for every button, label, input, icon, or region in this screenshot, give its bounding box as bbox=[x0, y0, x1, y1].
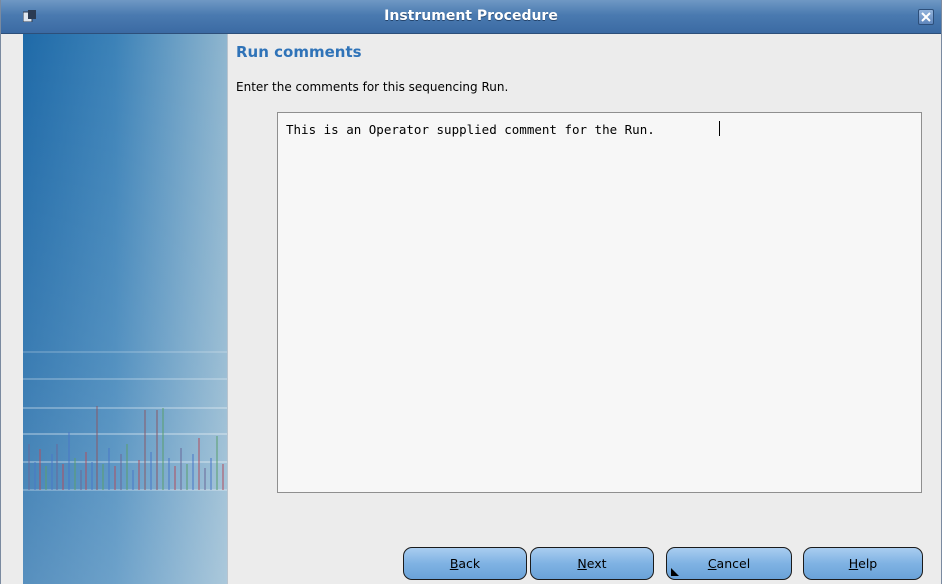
cancel-button[interactable]: Cancel bbox=[666, 547, 792, 580]
next-button-mnemonic: N bbox=[577, 556, 587, 571]
next-button-label: ext bbox=[586, 556, 607, 571]
text-caret bbox=[719, 121, 720, 136]
help-button-mnemonic: H bbox=[848, 556, 859, 571]
cancel-button-label: ancel bbox=[716, 556, 751, 571]
electropherogram-graphic bbox=[23, 351, 227, 491]
window-title: Instrument Procedure bbox=[384, 8, 558, 24]
close-icon bbox=[921, 12, 931, 22]
wizard-window: Instrument Procedure Run comments Enter … bbox=[0, 0, 942, 584]
title-bar[interactable]: Instrument Procedure bbox=[1, 0, 941, 34]
page-title: Run comments bbox=[236, 43, 362, 61]
next-button[interactable]: Next bbox=[530, 547, 654, 580]
back-button-label: ack bbox=[458, 556, 481, 571]
wizard-side-image bbox=[23, 34, 227, 584]
panel-divider bbox=[227, 34, 228, 584]
back-button[interactable]: Back bbox=[403, 547, 527, 580]
resize-corner-icon bbox=[671, 568, 679, 576]
help-button[interactable]: Help bbox=[803, 547, 923, 580]
instructions-text: Enter the comments for this sequencing R… bbox=[236, 80, 509, 94]
cancel-button-mnemonic: C bbox=[707, 556, 717, 571]
help-button-label: elp bbox=[858, 556, 878, 571]
run-comments-textarea[interactable] bbox=[277, 112, 922, 493]
close-button[interactable] bbox=[918, 9, 934, 25]
